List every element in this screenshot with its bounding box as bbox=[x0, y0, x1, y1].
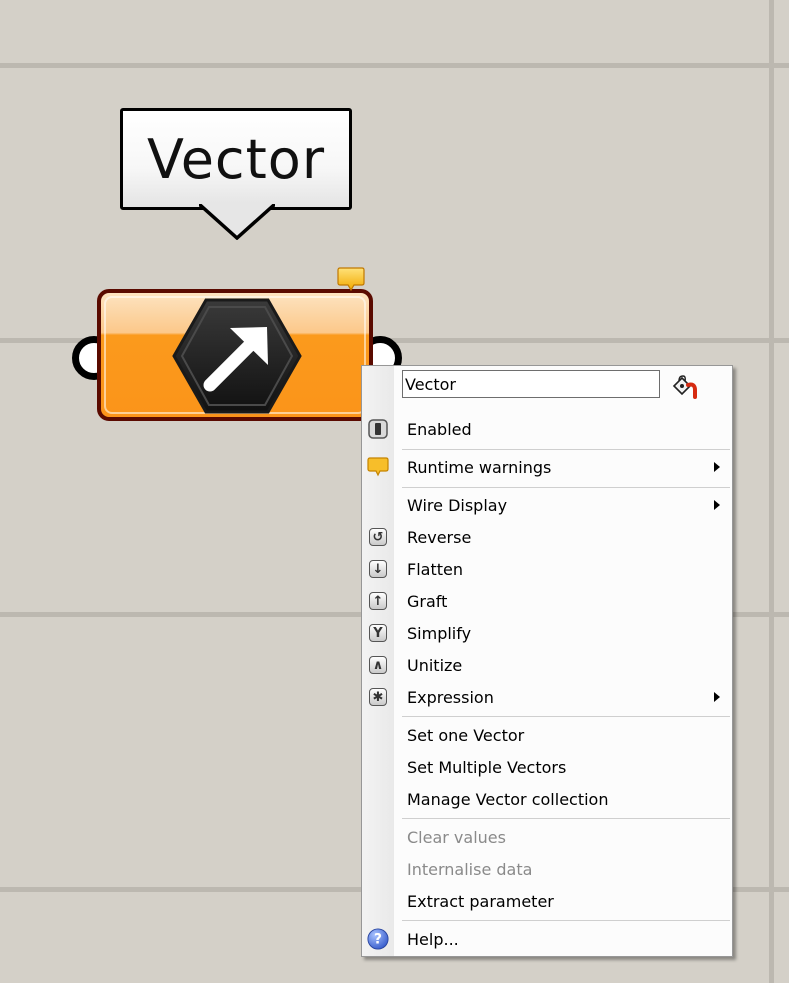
menu-item-internalise-data: Internalise data bbox=[362, 854, 730, 884]
simplify-icon: Y bbox=[369, 624, 387, 642]
menu-item-expression[interactable]: ✱ Expression bbox=[362, 682, 730, 712]
menu-item-label: Set one Vector bbox=[407, 725, 525, 745]
menu-item-clear-values: Clear values bbox=[362, 822, 730, 852]
menu-item-label: Extract parameter bbox=[407, 891, 554, 911]
menu-item-label: Internalise data bbox=[407, 859, 533, 879]
menu-separator bbox=[402, 920, 730, 921]
svg-text:?: ? bbox=[374, 932, 382, 948]
parameter-name-input[interactable] bbox=[402, 370, 660, 398]
menu-item-label: Reverse bbox=[407, 527, 472, 547]
menu-item-label: Help... bbox=[407, 929, 459, 949]
menu-item-label: Graft bbox=[407, 591, 448, 611]
menu-item-label: Expression bbox=[407, 687, 494, 707]
paint-bucket-icon[interactable] bbox=[670, 374, 698, 400]
expression-icon: ✱ bbox=[369, 688, 387, 706]
menu-item-label: Wire Display bbox=[407, 495, 508, 515]
component-name-tooltip: Vector bbox=[120, 108, 352, 210]
runtime-warning-icon[interactable] bbox=[336, 266, 366, 294]
reverse-icon: ↺ bbox=[369, 528, 387, 546]
menu-item-set-multiple-vectors[interactable]: Set Multiple Vectors bbox=[362, 752, 730, 782]
menu-item-graft[interactable]: ↑ Graft bbox=[362, 586, 730, 616]
menu-item-enabled[interactable]: Enabled bbox=[362, 414, 730, 444]
menu-item-label: Flatten bbox=[407, 559, 463, 579]
menu-item-label: Clear values bbox=[407, 827, 506, 847]
graft-icon: ↑ bbox=[369, 592, 387, 610]
submenu-arrow-icon bbox=[714, 462, 720, 472]
menu-separator bbox=[402, 487, 730, 488]
menu-item-reverse[interactable]: ↺ Reverse bbox=[362, 522, 730, 552]
tooltip-text: Vector bbox=[146, 127, 326, 191]
vector-arrow-hexagon-icon bbox=[172, 298, 302, 414]
menu-item-wire-display[interactable]: Wire Display bbox=[362, 490, 730, 520]
flatten-icon: ↓ bbox=[369, 560, 387, 578]
menu-item-label: Simplify bbox=[407, 623, 472, 643]
menu-separator bbox=[402, 716, 730, 717]
submenu-arrow-icon bbox=[714, 500, 720, 510]
menu-separator bbox=[402, 818, 730, 819]
menu-item-label: Runtime warnings bbox=[407, 457, 552, 477]
menu-item-label: Unitize bbox=[407, 655, 463, 675]
canvas-gridline bbox=[769, 0, 774, 983]
canvas-gridline bbox=[0, 63, 789, 68]
toggle-switch-icon bbox=[367, 418, 389, 440]
menu-item-unitize[interactable]: ∧ Unitize bbox=[362, 650, 730, 680]
menu-item-help[interactable]: ? Help... bbox=[362, 924, 730, 954]
unitize-icon: ∧ bbox=[369, 656, 387, 674]
menu-item-label: Set Multiple Vectors bbox=[407, 757, 567, 777]
menu-item-label: Manage Vector collection bbox=[407, 789, 609, 809]
menu-item-extract-parameter[interactable]: Extract parameter bbox=[362, 886, 730, 916]
menu-item-set-one-vector[interactable]: Set one Vector bbox=[362, 720, 730, 750]
tooltip-tail bbox=[199, 204, 275, 240]
menu-item-manage-vector-collection[interactable]: Manage Vector collection bbox=[362, 784, 730, 814]
warning-balloon-icon bbox=[367, 456, 389, 478]
menu-item-runtime-warnings[interactable]: Runtime warnings bbox=[362, 452, 730, 482]
help-icon: ? bbox=[367, 928, 389, 950]
menu-item-simplify[interactable]: Y Simplify bbox=[362, 618, 730, 648]
context-menu: Enabled Runtime warnings Wire Display ↺ … bbox=[361, 365, 733, 957]
menu-item-flatten[interactable]: ↓ Flatten bbox=[362, 554, 730, 584]
menu-item-label: Enabled bbox=[407, 419, 472, 439]
submenu-arrow-icon bbox=[714, 692, 720, 702]
menu-separator bbox=[402, 449, 730, 450]
